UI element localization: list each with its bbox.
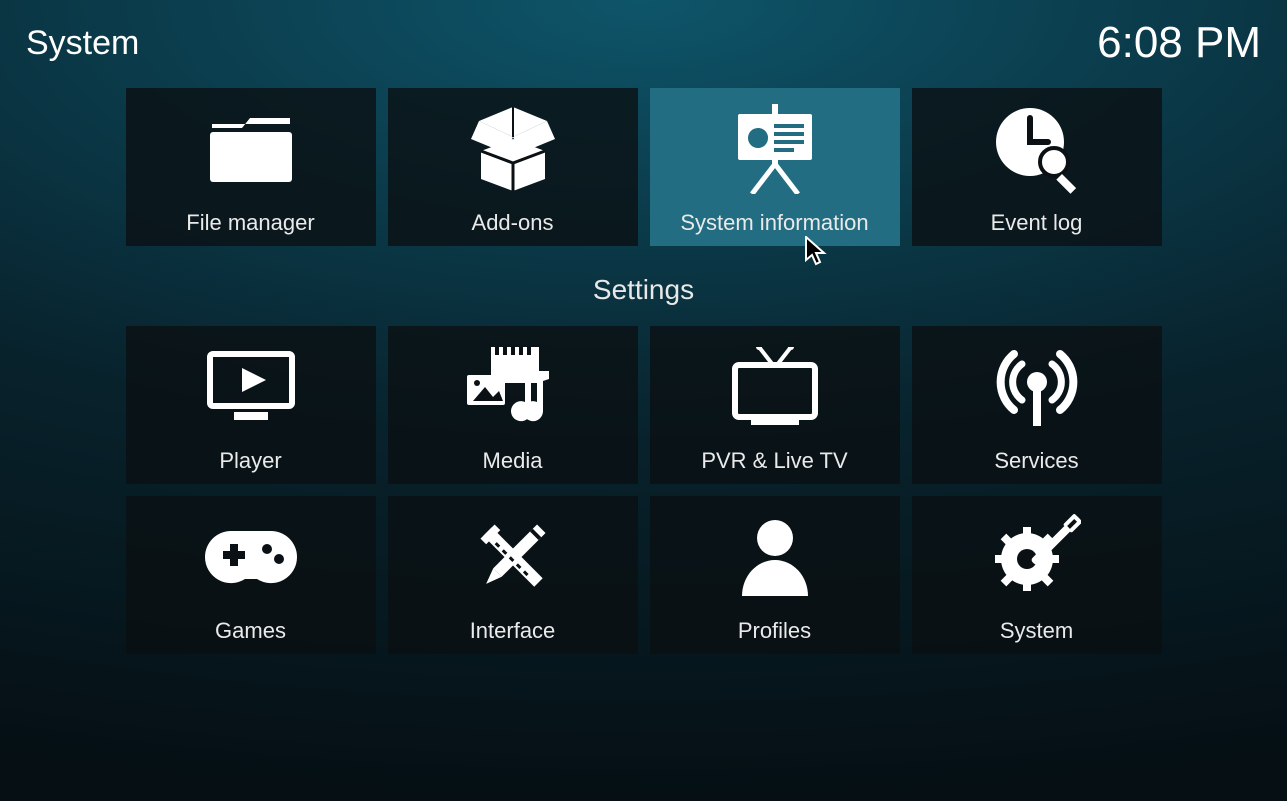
tile-pvr-live-tv[interactable]: PVR & Live TV (650, 326, 900, 484)
presentation-icon (732, 104, 818, 194)
gamepad-icon (203, 527, 299, 587)
clock-search-icon (992, 104, 1082, 194)
gear-tool-icon (993, 513, 1081, 601)
profile-icon (736, 516, 814, 598)
tile-media[interactable]: Media (388, 326, 638, 484)
tile-label: System information (680, 210, 868, 236)
settings-grid-2: Games Interface (119, 496, 1169, 654)
tile-label: Player (219, 448, 281, 474)
tile-games[interactable]: Games (126, 496, 376, 654)
tile-player[interactable]: Player (126, 326, 376, 484)
clock: 6:08 PM (1097, 18, 1261, 68)
tile-label: Event log (991, 210, 1083, 236)
tile-label: Add-ons (472, 210, 554, 236)
section-heading: Settings (0, 274, 1287, 306)
page-title: System (26, 24, 139, 63)
tile-label: Games (215, 618, 286, 644)
play-monitor-icon (206, 350, 296, 424)
tile-add-ons[interactable]: Add-ons (388, 88, 638, 246)
top-grid: File manager Add-ons (119, 88, 1169, 246)
tile-services[interactable]: Services (912, 326, 1162, 484)
tile-event-log[interactable]: Event log (912, 88, 1162, 246)
tv-icon (731, 347, 819, 427)
tile-label: PVR & Live TV (701, 448, 847, 474)
tile-label: Interface (470, 618, 556, 644)
tile-interface[interactable]: Interface (388, 496, 638, 654)
tile-label: Services (994, 448, 1078, 474)
settings-grid-1: Player Media (119, 326, 1169, 484)
tile-profiles[interactable]: Profiles (650, 496, 900, 654)
broadcast-icon (994, 346, 1080, 428)
tools-icon (471, 515, 555, 599)
tile-system[interactable]: System (912, 496, 1162, 654)
mouse-cursor-icon (805, 236, 829, 266)
tile-label: System (1000, 618, 1073, 644)
tile-label: Media (483, 448, 543, 474)
tile-system-information[interactable]: System information (650, 88, 900, 246)
box-icon (471, 107, 555, 191)
tile-file-manager[interactable]: File manager (126, 88, 376, 246)
media-icon (463, 347, 563, 427)
folder-icon (208, 114, 294, 184)
tile-label: Profiles (738, 618, 811, 644)
tile-label: File manager (186, 210, 314, 236)
